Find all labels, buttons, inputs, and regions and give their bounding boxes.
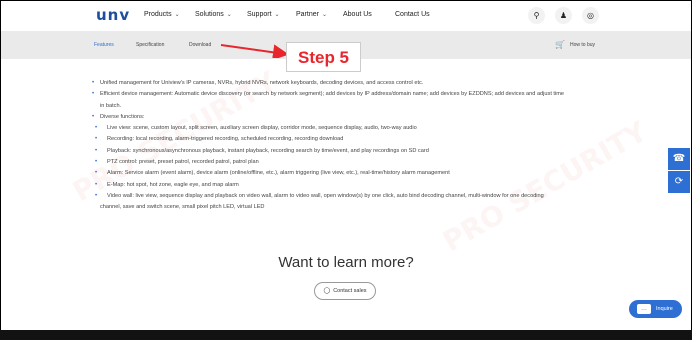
nav-label: Support xyxy=(247,11,272,18)
nav-label: Partner xyxy=(296,11,319,18)
list-item: • Diverse functions: xyxy=(92,112,612,123)
cta-title: Want to learn more? xyxy=(278,254,414,271)
footer-bar xyxy=(0,330,692,340)
chevron-down-icon: ⌄ xyxy=(274,12,280,18)
nav-support[interactable]: Support ⌄ xyxy=(247,11,280,18)
nav-contact-us[interactable]: Contact Us xyxy=(395,11,430,18)
chevron-down-icon: ⌄ xyxy=(321,12,327,18)
bullet-icon: • xyxy=(92,80,95,86)
nav-solutions[interactable]: Solutions ⌄ xyxy=(195,11,232,18)
step-label: Step 5 xyxy=(286,42,361,72)
list-item: • Playback: synchronous/asynchronous play… xyxy=(92,146,612,157)
bullet-icon: • xyxy=(92,113,95,120)
refresh-icon[interactable]: ⟳ xyxy=(668,171,690,193)
bullet-icon: • xyxy=(95,159,98,166)
brand-logo[interactable]: unv xyxy=(96,6,130,24)
feature-list: • Unified management for Uniview's IP cam… xyxy=(92,78,612,214)
globe-icon[interactable]: ◎ xyxy=(582,7,599,24)
list-item: • Unified management for Uniview's IP cam… xyxy=(92,78,612,89)
list-item-continuation: in batch. xyxy=(100,102,122,109)
annotation-arrow xyxy=(220,44,289,58)
nav-label: Solutions xyxy=(195,11,224,18)
list-item-continuation: channel, save and switch scene, small pi… xyxy=(100,204,265,211)
nav-about-us[interactable]: About Us xyxy=(343,11,372,18)
nav-label: Contact Us xyxy=(395,11,430,18)
search-icon[interactable]: ⚲ xyxy=(528,7,545,24)
nav-products[interactable]: Products ⌄ xyxy=(144,11,180,18)
tab-specification[interactable]: Specification xyxy=(136,42,164,48)
bullet-icon: • xyxy=(95,192,98,199)
inquire-label: Inquire xyxy=(656,306,673,312)
list-item: • E-Map: hot spot, hot zone, eagle eye, a… xyxy=(92,180,612,191)
list-item: • Efficient device management: Automatic … xyxy=(92,89,612,100)
list-item: • Recording: local recording, alarm-trigg… xyxy=(92,134,612,145)
contact-sales-button[interactable]: ◯ Contact sales xyxy=(314,282,376,300)
bullet-icon: • xyxy=(95,147,98,154)
chevron-down-icon: ⌄ xyxy=(226,12,232,18)
list-item: • PTZ control: preset, preset patrol, rec… xyxy=(92,157,612,168)
tab-features[interactable]: Features xyxy=(94,42,114,48)
cart-icon[interactable]: 🛒 xyxy=(555,40,565,49)
nav-label: About Us xyxy=(343,11,372,18)
inquire-button[interactable]: … Inquire xyxy=(629,300,682,318)
chat-icon: … xyxy=(637,304,651,314)
list-item: • Video wall: live view, sequence display… xyxy=(92,191,612,202)
contact-sales-label: Contact sales xyxy=(333,288,367,294)
list-item: • Alarm: Service alarm (event alarm), dev… xyxy=(92,168,612,179)
chat-icon: ◯ xyxy=(323,288,331,294)
chevron-down-icon: ⌄ xyxy=(174,12,180,18)
bullet-icon: • xyxy=(95,170,98,177)
bullet-icon: • xyxy=(95,136,98,143)
how-to-buy-link[interactable]: How to buy xyxy=(570,42,595,48)
list-item: • Live view: scene, custom layout, split … xyxy=(92,123,612,134)
support-icon[interactable]: ☎ xyxy=(668,148,690,170)
bullet-icon: • xyxy=(92,91,95,98)
tab-download[interactable]: Download xyxy=(189,42,211,48)
bullet-icon: • xyxy=(95,181,98,188)
nav-label: Products xyxy=(144,11,172,18)
top-navigation: unv Products ⌄ Solutions ⌄ Support ⌄ Partne… xyxy=(1,1,691,30)
bullet-icon: • xyxy=(95,125,98,132)
user-icon[interactable]: ♟ xyxy=(555,7,572,24)
nav-partner[interactable]: Partner ⌄ xyxy=(296,11,327,18)
